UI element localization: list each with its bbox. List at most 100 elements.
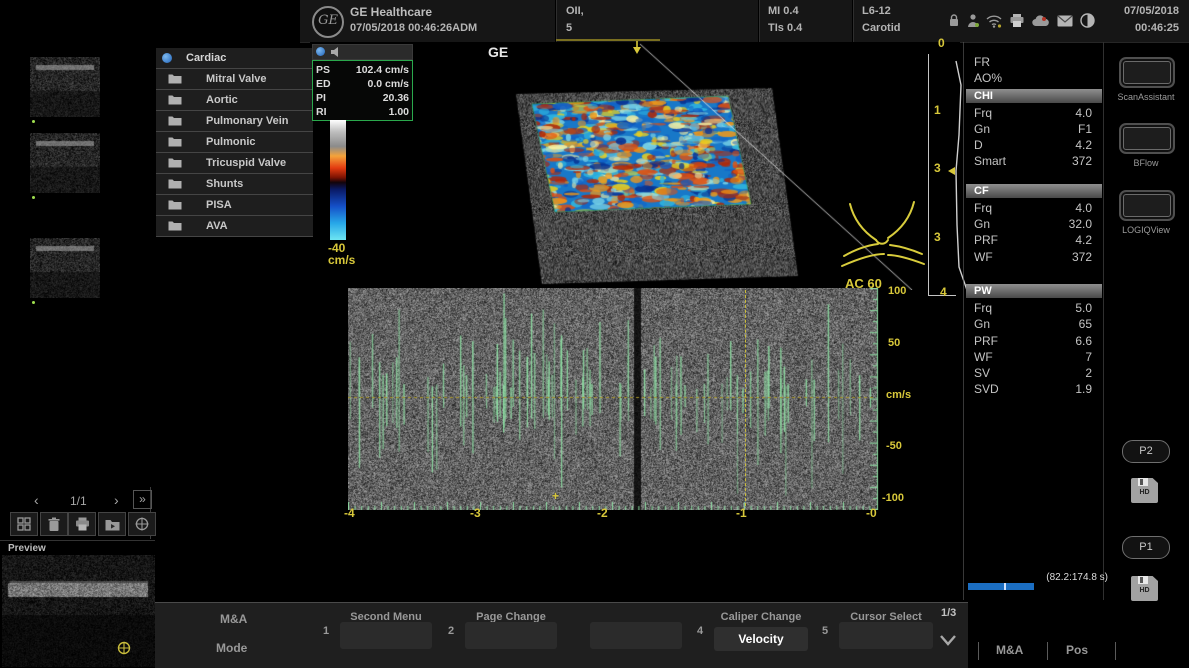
softkey-button-5[interactable] [839,622,933,649]
folder-icon [168,199,182,210]
hd-label: HD [1131,489,1158,496]
contrast-icon [1080,13,1095,28]
depth-tick-label: 1 [934,103,941,117]
param-label: WF [974,349,993,365]
preset-label: Carotid [862,22,901,34]
measurement-result-box: PS102.4 cm/s ED0.0 cm/s PI20.36 RI1.00 [312,44,413,121]
param-value: 5.0 [1075,300,1092,316]
menu-item-pulmonic[interactable]: Pulmonic [156,132,313,153]
softkey-button-4-velocity[interactable]: Velocity [714,627,808,651]
folder-icon [168,115,182,126]
time-axis-label: -1 [736,506,747,520]
softkey-page-down-button[interactable] [938,633,958,647]
lock-icon [948,13,960,28]
prev-page-button[interactable]: ‹ [34,492,39,508]
preview-image[interactable] [2,555,155,667]
clock-date: 07/05/2018 [1124,5,1179,17]
softkey-button-2[interactable] [465,622,557,649]
panel-divider [1103,42,1104,600]
mode-label: Mode [216,641,247,655]
param-section-chi: CHI [966,89,1102,103]
meas-label: ED [316,77,331,91]
meas-value: 20.36 [383,91,409,105]
clipboard-thumbnail[interactable] [30,133,100,193]
softkey-button-1[interactable] [340,622,432,649]
logiqview-label: LOGIQView [1103,225,1189,235]
cine-cursor-line[interactable] [745,290,746,506]
folder-icon [168,157,182,168]
hd-label: HD [1131,587,1158,594]
param-row: WF372 [966,249,1102,265]
panel-divider [963,42,964,600]
target-icon [135,517,149,531]
param-value: 7 [1085,349,1092,365]
menu-item-mitral-valve[interactable]: Mitral Valve [156,69,313,90]
param-value: 32.0 [1069,216,1092,232]
cine-progress-bar[interactable] [968,583,1034,590]
scan-assistant-label: ScanAssistant [1103,92,1189,102]
time-axis-label: -2 [597,506,608,520]
save-disk-button[interactable]: HD [1131,576,1158,601]
param-section-cf: CF [966,184,1102,198]
menu-item-label: Pulmonary Vein [206,111,289,131]
clipboard-thumbnail[interactable] [30,238,100,298]
param-label: FR [974,54,990,70]
depth-tick-label: 3 [934,230,941,244]
param-row: SVD1.9 [966,381,1102,397]
menu-item-tricuspid-valve[interactable]: Tricuspid Valve [156,153,313,174]
probe-label: L6-12 [862,5,891,17]
delete-image-button[interactable] [40,512,68,536]
param-label: Frq [974,200,992,216]
meas-value: 102.4 cm/s [356,63,409,77]
param-label: Smart [974,153,1006,169]
next-page-button[interactable]: › [114,492,119,508]
param-label: WF [974,249,993,265]
menu-item-aortic[interactable]: Aortic [156,90,313,111]
p2-button[interactable]: P2 [1122,440,1170,463]
menu-item-pulmonary-vein[interactable]: Pulmonary Vein [156,111,313,132]
mail-icon [1057,15,1073,27]
orientation-mark: GE [488,44,508,60]
clipboard-page-indicator: 1/1 [70,494,87,508]
last-page-button[interactable]: » [133,490,152,509]
param-section-pw: PW [966,284,1102,298]
param-row: PRF4.2 [966,232,1102,248]
param-label: Gn [974,216,990,232]
measurement-row: ED0.0 cm/s [316,77,409,91]
menu-header-cardiac[interactable]: Cardiac [156,48,313,69]
spectral-doppler-image[interactable] [348,288,883,510]
clipboard-thumbnail[interactable] [30,57,100,117]
imaging-parameters-panel: FR AO% CHI Frq4.0 GnF1 D4.2 Smart372 CF … [966,54,1102,398]
thumbnail-marker [32,120,35,123]
param-row: Gn65 [966,316,1102,332]
softkey-page-indicator: 1/3 [941,607,956,619]
menu-item-pisa[interactable]: PISA [156,195,313,216]
velocity-axis-label: 50 [888,337,900,349]
menu-item-label: Shunts [206,174,243,194]
wifi-icon [986,14,1002,28]
menu-item-shunts[interactable]: Shunts [156,174,313,195]
param-label: SVD [974,381,999,397]
folder-icon [168,94,182,105]
p1-button[interactable]: P1 [1122,536,1170,559]
exam-datetime: 07/05/2018 00:46:26ADM [350,22,477,34]
ultrasound-screen: GE GE Healthcare 07/05/2018 00:46:26ADM … [0,0,1189,668]
bflow-button[interactable] [1119,123,1175,154]
folder-icon [168,178,182,189]
param-value: 65 [1079,316,1092,332]
menu-item-ava[interactable]: AVA [156,216,313,237]
softkey-button-3[interactable] [590,622,682,649]
scan-assistant-button[interactable] [1119,57,1175,88]
menu-item-label: Tricuspid Valve [206,153,286,173]
preview-divider [0,540,155,541]
focus-marker-icon[interactable] [946,166,956,176]
result-bullet-icon [316,47,325,56]
layout-grid-button[interactable] [10,512,38,536]
save-disk-button[interactable]: HD [1131,478,1158,503]
save-clip-button[interactable] [98,512,126,536]
transfer-button[interactable] [128,512,156,536]
logiqview-button[interactable] [1119,190,1175,221]
print-image-button[interactable] [68,512,96,536]
param-label: PRF [974,232,998,248]
depth-ruler [928,54,929,296]
